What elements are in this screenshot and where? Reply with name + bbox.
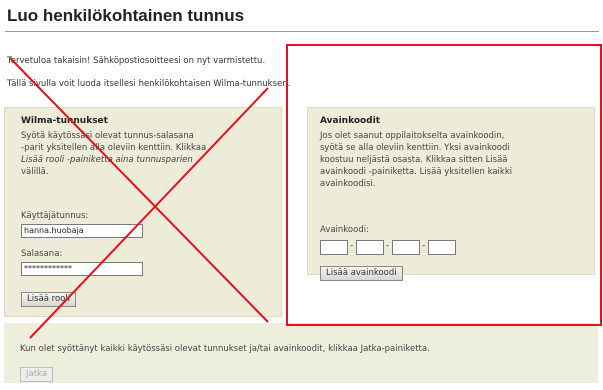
wilma-desc-line: välillä. — [21, 167, 49, 177]
avain-desc-line: avainkoodisi. — [320, 179, 376, 189]
avainkoodi-label: Avainkoodi: — [320, 225, 369, 235]
username-label: Käyttäjätunnus: — [21, 211, 89, 221]
avain-panel-heading: Avainkoodit — [320, 116, 381, 126]
code-separator: - — [350, 241, 354, 251]
wilma-credentials-panel: Wilma-tunnukset Syötä käytössäsi olevat … — [4, 107, 282, 317]
password-label: Salasana: — [21, 249, 63, 259]
title-divider — [5, 31, 599, 32]
avain-desc-line: koostuu neljästä osasta. Klikkaa sitten … — [320, 155, 508, 165]
key-code-part-3-input[interactable] — [392, 240, 420, 255]
intro-text: Tällä sivulla voit luoda itsellesi henki… — [7, 79, 291, 89]
code-separator: - — [422, 241, 426, 251]
password-input[interactable]: ************ — [21, 262, 143, 276]
avain-desc-line: avainkoodi -painiketta. Lisää yksitellen… — [320, 167, 513, 177]
key-code-part-2-input[interactable] — [356, 240, 384, 255]
avain-desc-line: Jos olet saanut oppilaitokselta avainkoo… — [320, 131, 505, 141]
wilma-panel-heading: Wilma-tunnukset — [21, 116, 108, 126]
add-key-code-button[interactable]: Lisää avainkoodi — [320, 266, 403, 281]
username-input[interactable]: hanna.huobaja — [21, 224, 143, 238]
page-title: Luo henkilökohtainen tunnus — [7, 6, 245, 25]
code-separator: - — [386, 241, 390, 251]
avain-panel-description: Jos olet saanut oppilaitokselta avainkoo… — [320, 130, 512, 190]
wilma-panel-description: Syötä käytössäsi olevat tunnus-salasana … — [21, 130, 206, 178]
wilma-desc-line: -parit yksitellen alla oleviin kenttiin.… — [21, 143, 207, 153]
continue-instruction: Kun olet syöttänyt kaikki käytössäsi ole… — [20, 344, 430, 354]
avainkoodit-panel: Avainkoodit Jos olet saanut oppilaitokse… — [307, 107, 595, 281]
key-code-part-1-input[interactable] — [320, 240, 348, 255]
wilma-desc-line: Syötä käytössäsi olevat tunnus-salasana — [21, 131, 194, 141]
continue-button[interactable]: Jatka — [20, 367, 54, 382]
key-code-part-4-input[interactable] — [428, 240, 456, 255]
continue-panel: Kun olet syöttänyt kaikki käytössäsi ole… — [4, 323, 598, 383]
welcome-text: Tervetuloa takaisin! Sähköpostiosoittees… — [7, 56, 266, 66]
add-role-button[interactable]: Lisää rooli — [21, 292, 77, 307]
wilma-desc-line: Lisää rooli -painiketta aina tunnusparie… — [21, 155, 193, 165]
avain-desc-line: syötä se alla oleviin kenttiin. Yksi ava… — [320, 143, 510, 153]
